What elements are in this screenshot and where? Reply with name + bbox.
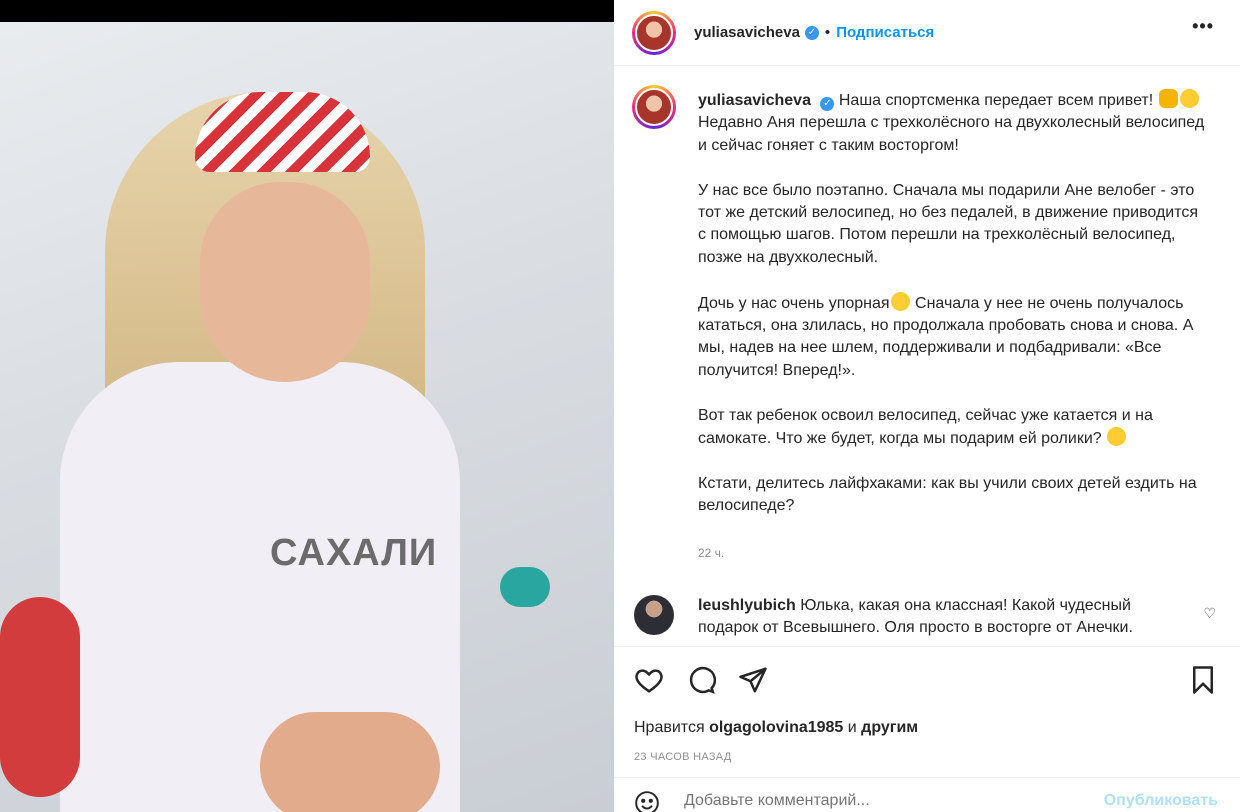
- commenter-username[interactable]: leushlyubich: [698, 597, 796, 614]
- comment-input[interactable]: [684, 792, 1084, 810]
- caption-paragraph-4: Вот так ребенок освоил велосипед, сейчас…: [698, 406, 1153, 448]
- bookmark-icon[interactable]: [1188, 665, 1218, 695]
- post-side-panel: yuliasavicheva ✓ • Подписаться ••• yulia…: [614, 0, 1240, 812]
- caption-paragraph-5: Кстати, делитесь лайфхаками: как вы учил…: [698, 474, 1197, 515]
- caption-text: yuliasavicheva ✓ Наша спортсменка переда…: [698, 89, 1208, 540]
- photo-headband-shape: [195, 92, 370, 172]
- caption-paragraph-2: У нас все было поэтапно. Сначала мы пода…: [698, 181, 1199, 266]
- author-username[interactable]: yuliasavicheva: [694, 24, 800, 41]
- comment-text: leushlyubich Юлька, какая она классная! …: [698, 595, 1178, 640]
- emoji-icon[interactable]: [634, 790, 660, 812]
- post-header: yuliasavicheva ✓ • Подписаться •••: [614, 0, 1240, 66]
- photo-bike-shape: [500, 567, 550, 607]
- grin-emoji-icon: [1179, 89, 1199, 108]
- likes-user-link[interactable]: olgagolovina1985: [709, 719, 843, 736]
- caption-line-2: Недавно Аня перешла с трехколёсного на д…: [698, 114, 1205, 154]
- add-comment-bar: Опубликовать: [614, 777, 1240, 812]
- tongue-emoji-icon: [890, 291, 910, 311]
- likes-summary: Нравится olgagolovina1985 и другим: [634, 719, 918, 737]
- verified-badge-icon: ✓: [820, 97, 835, 111]
- action-icons-row: [634, 665, 768, 695]
- heart-icon[interactable]: [634, 665, 664, 695]
- likes-prefix: Нравится: [634, 719, 705, 736]
- caption-timestamp[interactable]: 22 ч.: [698, 546, 724, 560]
- photo-shirt-print: САХАЛИ: [270, 532, 438, 574]
- post-actions-section: Нравится olgagolovina1985 и другим 23 ЧА…: [614, 646, 1240, 812]
- clap-emoji-icon: [1158, 89, 1178, 108]
- separator-dot: •: [824, 24, 831, 41]
- verified-badge-icon: ✓: [804, 25, 819, 40]
- photo-face-shape: [200, 182, 370, 382]
- author-avatar[interactable]: [632, 10, 676, 55]
- share-icon[interactable]: [738, 665, 768, 695]
- laugh-emoji-icon: [1107, 427, 1127, 447]
- comment-icon[interactable]: [686, 665, 716, 695]
- caption-author-avatar[interactable]: [632, 85, 676, 129]
- caption-scroll-area[interactable]: yuliasavicheva ✓ Наша спортсменка переда…: [614, 67, 1240, 645]
- follow-button[interactable]: Подписаться: [836, 24, 934, 41]
- photo-arm-shape: [260, 712, 440, 812]
- likes-others-link[interactable]: другим: [861, 719, 918, 736]
- post-timestamp[interactable]: 23 ЧАСОВ НАЗАД: [634, 751, 732, 763]
- caption-username[interactable]: yuliasavicheva: [698, 92, 811, 109]
- commenter-avatar[interactable]: [634, 595, 674, 635]
- likes-middle: и: [847, 719, 857, 736]
- caption-line-1: Наша спортсменка передает всем привет!: [838, 92, 1154, 109]
- instagram-post-modal: САХАЛИ yuliasavicheva ✓ • Подписаться ••…: [0, 0, 1240, 812]
- comment-like-heart-icon[interactable]: ♡: [1203, 605, 1216, 622]
- more-options-icon[interactable]: •••: [1192, 16, 1214, 37]
- photo-toy-shape: [0, 597, 80, 797]
- post-photo[interactable]: САХАЛИ: [0, 22, 614, 812]
- caption-paragraph-3a: Дочь у нас очень упорная: [698, 294, 890, 312]
- publish-button[interactable]: Опубликовать: [1104, 792, 1218, 810]
